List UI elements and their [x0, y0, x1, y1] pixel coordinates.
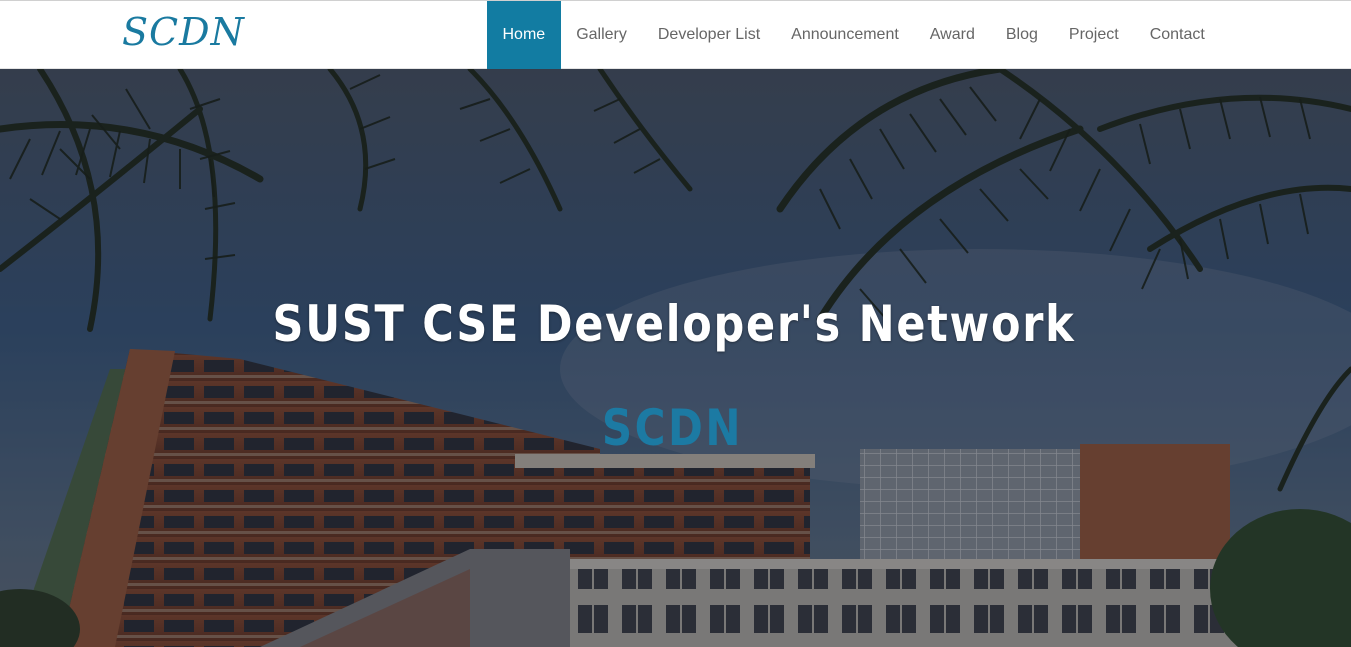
- nav-gallery[interactable]: Gallery: [561, 1, 643, 69]
- nav-project[interactable]: Project: [1053, 1, 1134, 69]
- top-navbar: SCDN Home Gallery Developer List Announc…: [0, 0, 1351, 69]
- hero-title: SUST CSE Developer's Network: [272, 295, 1076, 353]
- nav-home[interactable]: Home: [487, 1, 561, 69]
- hero-subtitle: SCDN: [601, 399, 744, 457]
- nav-award[interactable]: Award: [914, 1, 990, 69]
- nav-announcement[interactable]: Announcement: [776, 1, 915, 69]
- brand-logo[interactable]: SCDN: [122, 10, 245, 54]
- nav-developer-list[interactable]: Developer List: [642, 1, 775, 69]
- main-nav: Home Gallery Developer List Announcement…: [487, 1, 1220, 69]
- nav-contact[interactable]: Contact: [1134, 1, 1220, 69]
- hero-section: SUST CSE Developer's Network SCDN: [0, 69, 1351, 647]
- hero-dark-overlay: [0, 69, 1351, 647]
- nav-blog[interactable]: Blog: [990, 1, 1053, 69]
